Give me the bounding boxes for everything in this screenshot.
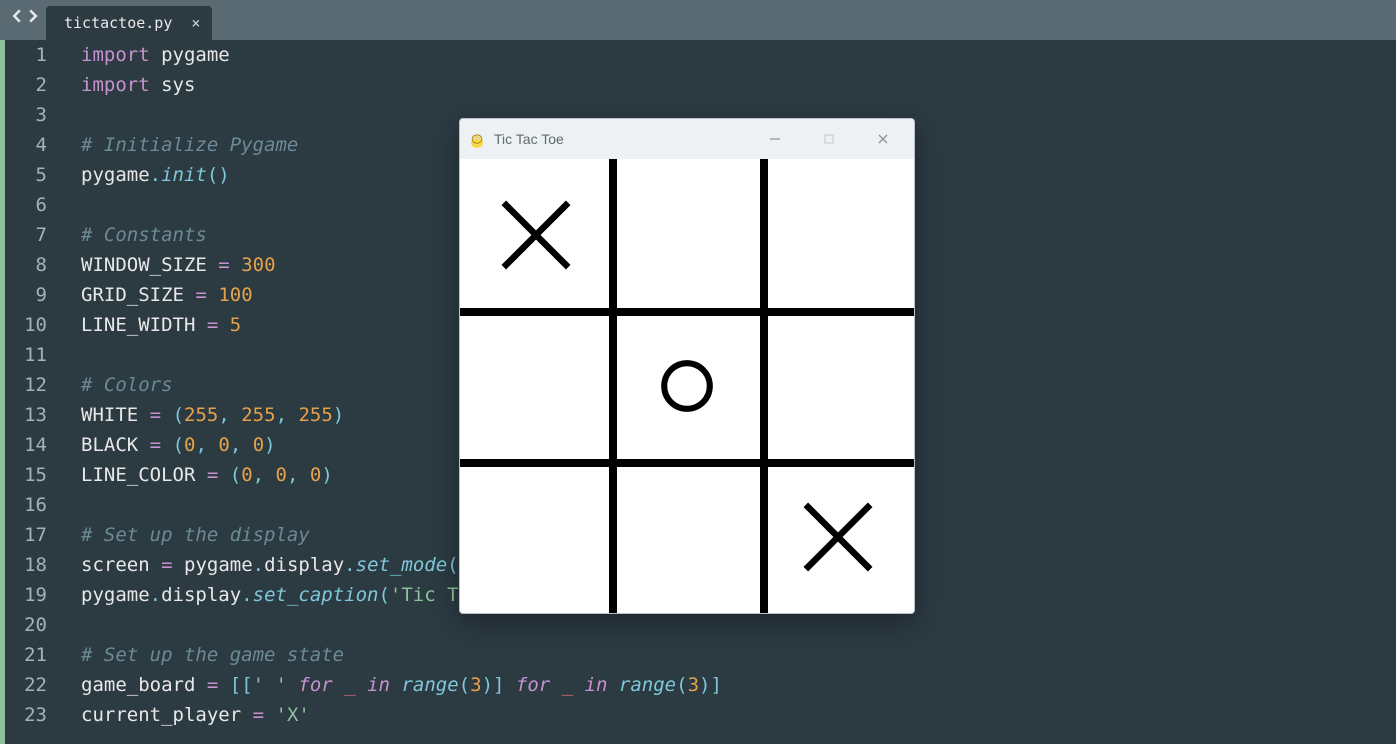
line-number: 23 [5,700,47,730]
game-cell[interactable] [460,310,611,461]
line-number: 16 [5,490,47,520]
nav-arrows [8,0,46,40]
line-number: 13 [5,400,47,430]
line-number: 18 [5,550,47,580]
line-number: 15 [5,460,47,490]
tab-close-icon[interactable]: × [191,14,200,32]
game-cell[interactable] [611,310,762,461]
game-cell[interactable] [611,159,762,310]
line-number: 3 [5,100,47,130]
nav-forward-icon[interactable] [26,8,40,27]
line-number: 10 [5,310,47,340]
line-number: 20 [5,610,47,640]
code-line[interactable]: import pygame [81,40,1396,70]
code-line[interactable]: # Set up the game state [81,640,1396,670]
line-number: 4 [5,130,47,160]
line-number: 6 [5,190,47,220]
code-editor[interactable]: 1234567891011121314151617181920212223 im… [0,40,1396,744]
line-number: 9 [5,280,47,310]
game-cell[interactable] [762,310,913,461]
line-number: 19 [5,580,47,610]
line-number: 14 [5,430,47,460]
game-cell[interactable] [762,159,913,310]
code-line[interactable]: game_board = [[' ' for _ in range(3)] fo… [81,670,1396,700]
window-minimize-button[interactable] [752,119,798,159]
pygame-icon [468,130,486,148]
game-surface[interactable] [460,159,914,613]
mark-x-icon [490,189,582,281]
window-close-button[interactable] [860,119,906,159]
line-number-gutter: 1234567891011121314151617181920212223 [5,40,61,744]
code-line[interactable]: current_player = 'X' [81,700,1396,730]
nav-back-icon[interactable] [10,8,24,27]
line-number: 22 [5,670,47,700]
window-titlebar[interactable]: Tic Tac Toe [460,119,914,159]
line-number: 2 [5,70,47,100]
mark-x-icon [792,491,884,583]
game-cell[interactable] [460,159,611,310]
game-cell[interactable] [460,461,611,612]
pygame-window[interactable]: Tic Tac Toe [459,118,915,614]
game-cell[interactable] [611,461,762,612]
window-title: Tic Tac Toe [494,124,564,154]
line-number: 17 [5,520,47,550]
line-number: 8 [5,250,47,280]
line-number: 7 [5,220,47,250]
tab-bar: tictactoe.py × [0,0,1396,40]
tab-filename: tictactoe.py [64,14,172,32]
line-number: 12 [5,370,47,400]
line-number: 21 [5,640,47,670]
mark-o-icon [649,348,725,424]
code-line[interactable] [81,610,1396,640]
line-number: 5 [5,160,47,190]
game-cell[interactable] [762,461,913,612]
window-maximize-button[interactable] [806,119,852,159]
code-line[interactable]: import sys [81,70,1396,100]
line-number: 1 [5,40,47,70]
line-number: 11 [5,340,47,370]
tab-active[interactable]: tictactoe.py × [46,6,212,40]
